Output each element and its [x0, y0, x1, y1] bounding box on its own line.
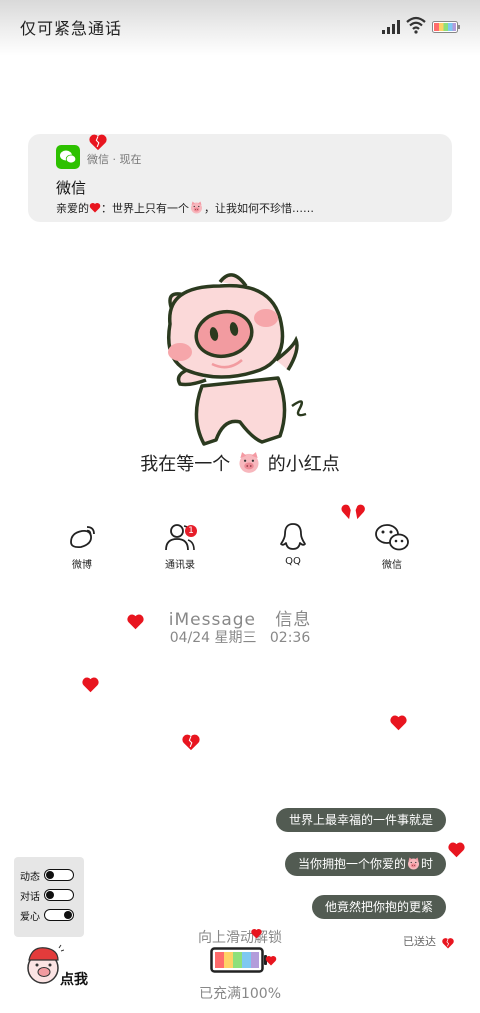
date-time-row: 04/24 星期三 02:36 [0, 627, 480, 647]
weibo-icon [70, 526, 95, 549]
contacts-badge: 1 [185, 525, 197, 537]
shortcut-weibo[interactable]: 微博 [42, 522, 122, 571]
red-heart-icon [89, 202, 101, 213]
toggle-knob [64, 911, 72, 919]
pig-emoji-icon [191, 201, 202, 214]
pig-illustration [167, 273, 307, 446]
broken-heart-icon [341, 504, 365, 520]
broken-heart-icon [442, 938, 454, 949]
message-text-3: 他竟然把你抱的更紧 [324, 900, 433, 914]
date-text: 04/24 星期三 [169, 630, 257, 646]
heart-icon [265, 955, 277, 966]
shortcut-label-contacts: 通讯录 [165, 560, 195, 571]
broken-heart-icon [89, 134, 107, 151]
shortcut-wechat[interactable]: 微信 [352, 522, 432, 571]
shortcut-label-weibo: 微博 [72, 560, 92, 571]
unlock-hint[interactable]: 向上滑动解锁 [0, 927, 480, 947]
shortcut-label-qq: QQ [285, 556, 301, 567]
heart-icon [127, 614, 144, 630]
toggle-panel: 动态 对话 爱心 [14, 857, 84, 937]
pig-emoji-icon [239, 452, 259, 473]
toggle-label-dialog: 对话 [20, 892, 40, 903]
message-text-2-before: 当你拥抱一个你爱的 [297, 857, 406, 871]
heart-icon [390, 715, 407, 731]
signal-icon [382, 20, 400, 34]
notification-app-time: 微信 · 现在 [87, 153, 142, 166]
pig-caption: 我在等一个 的小红点 [0, 450, 480, 476]
message-bubble-1[interactable]: 世界上最幸福的一件事就是 [275, 808, 446, 832]
time-text: 02:36 [269, 630, 311, 646]
tap-me-label[interactable]: 点我 [60, 969, 88, 989]
wechat-icon [375, 524, 409, 551]
message-text-2-after: 时 [420, 857, 433, 871]
shortcut-contacts[interactable]: 1 通讯录 [140, 522, 220, 571]
toggle-dialog[interactable] [44, 889, 74, 901]
rainbow-battery-icon [432, 21, 460, 33]
toggle-knob [46, 891, 54, 899]
toggle-label-love: 爱心 [20, 912, 40, 923]
message-bubble-3[interactable]: 他竟然把你抱的更紧 [311, 895, 446, 919]
charging-battery-icon [210, 947, 267, 973]
heart-icon [82, 677, 99, 693]
broken-heart-icon [182, 734, 200, 751]
toggle-label-dynamic: 动态 [20, 872, 40, 883]
notification-body: 亲爱的 ：世界上只有一个 ，让我如何不珍惜…… [56, 200, 314, 216]
notification-title: 微信 [56, 179, 87, 197]
message-text-1: 世界上最幸福的一件事就是 [288, 813, 433, 827]
wechat-icon [56, 145, 80, 169]
pig-caption-before: 我在等一个 [140, 454, 231, 475]
heart-icon [251, 928, 262, 939]
wifi-icon [406, 16, 426, 34]
pig-mascot-icon[interactable] [26, 942, 64, 986]
pig-emoji-icon [407, 857, 419, 870]
heart-icon [448, 842, 465, 858]
carrier-text: 仅可紧急通话 [20, 19, 123, 38]
shortcut-qq[interactable]: QQ [253, 522, 333, 567]
notification-body-suffix: ，让我如何不珍惜…… [204, 202, 314, 215]
notification-body-prefix: 亲爱的 [56, 202, 89, 215]
toggle-love[interactable] [44, 909, 74, 921]
message-bubble-2[interactable]: 当你拥抱一个你爱的时 [284, 852, 446, 876]
notification-body-middle: ：世界上只有一个 [101, 202, 189, 215]
shortcut-label-wechat: 微信 [382, 560, 402, 571]
toggle-dynamic[interactable] [44, 869, 74, 881]
qq-icon [280, 523, 306, 550]
pig-caption-after: 的小红点 [267, 454, 340, 475]
toggle-knob [46, 871, 54, 879]
